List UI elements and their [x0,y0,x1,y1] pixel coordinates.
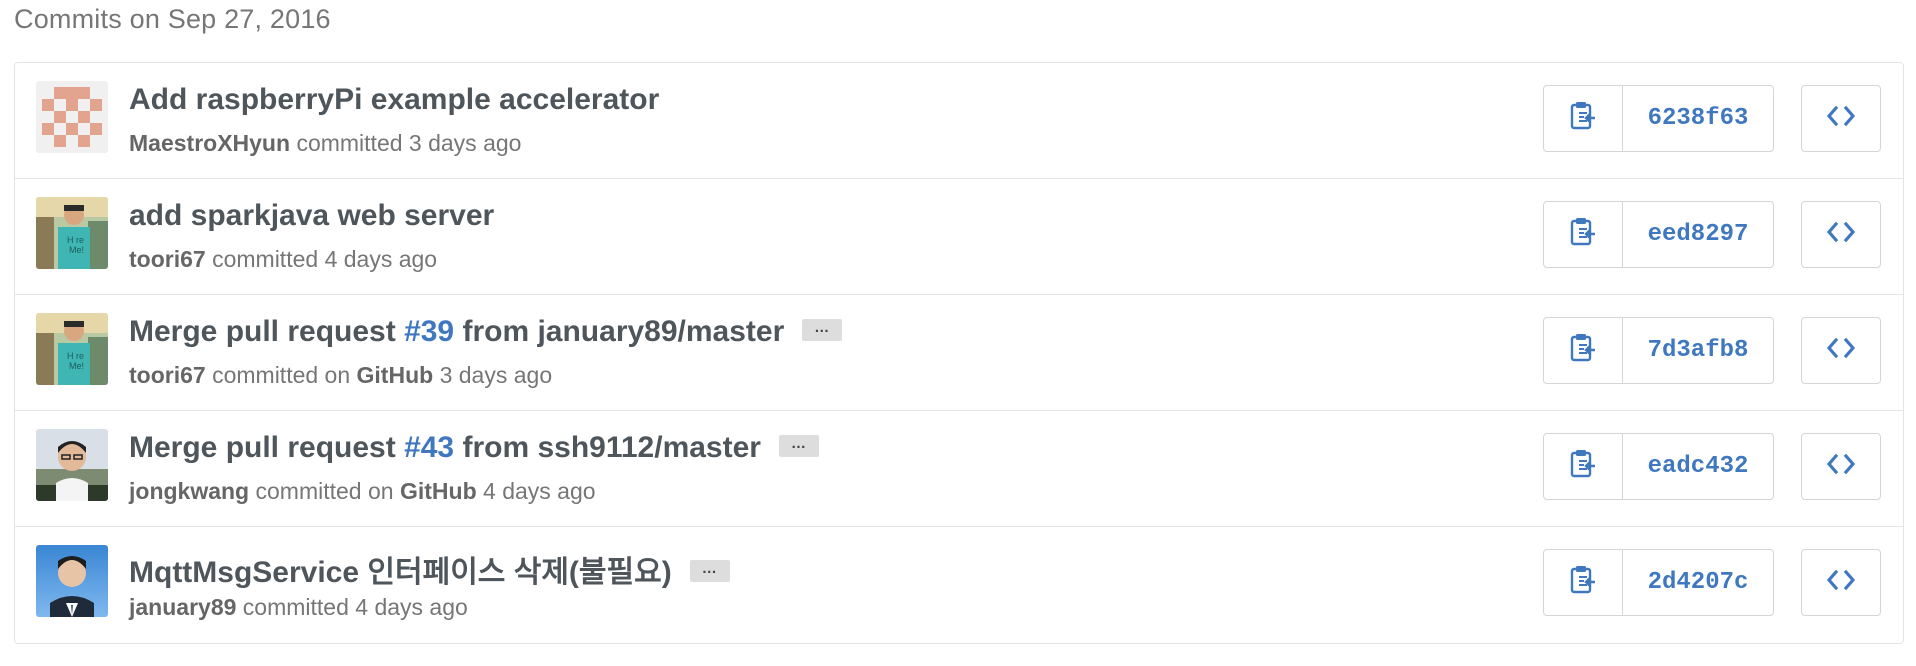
sha-button-group: eadc432 [1543,433,1774,500]
avatar[interactable] [36,429,108,501]
browse-code-button[interactable] [1801,201,1881,268]
commit-author[interactable]: january89 [129,594,236,620]
clipboard-icon [1570,333,1596,368]
commit-meta: toori67 committed on GitHub 3 days ago [129,362,552,389]
commit-sha-link[interactable]: 2d4207c [1623,550,1773,615]
sha-button-group: 6238f63 [1543,85,1774,152]
commit-author[interactable]: toori67 [129,246,206,272]
expand-message-button[interactable]: … [778,435,819,458]
commit-row: H re Me! Merge pull request #39 from jan… [15,295,1903,411]
browse-code-button[interactable] [1801,433,1881,500]
browse-code-button[interactable] [1801,85,1881,152]
avatar[interactable] [36,545,108,617]
commit-time: 4 days ago [324,246,438,272]
clipboard-icon [1570,449,1596,484]
code-icon [1826,569,1856,596]
commit-sha-link[interactable]: eed8297 [1623,202,1773,267]
commit-row: H re Me! add sparkjava web server toori6… [15,179,1903,295]
commit-row: MqttMsgService 인터페이스 삭제(불필요)… january89 … [15,527,1903,643]
committer-github: GitHub [356,362,434,388]
commit-meta: toori67 committed 4 days ago [129,246,437,273]
svg-text:H re: H re [67,351,84,361]
commit-time: 3 days ago [439,362,553,388]
commit-sha-link[interactable]: 6238f63 [1623,86,1773,151]
commits-page: Commits on Sep 27, 2016 Add raspberryPi … [0,0,1916,666]
sha-button-group: eed8297 [1543,201,1774,268]
commit-row: Add raspberryPi example accelerator Maes… [15,63,1903,179]
issue-link[interactable]: #43 [404,431,454,464]
code-icon [1826,221,1856,248]
committed-label: committed [296,130,403,156]
commit-time: 4 days ago [483,478,596,504]
committed-label: committed [212,246,319,272]
avatar[interactable]: H re Me! [36,197,108,269]
clipboard-icon [1570,101,1596,136]
commit-row: Merge pull request #43 from ssh9112/mast… [15,411,1903,527]
committer-github: GitHub [399,478,477,504]
commit-message[interactable]: Add raspberryPi example accelerator [129,83,659,117]
browse-code-button[interactable] [1801,549,1881,616]
commit-meta: jongkwang committed on GitHub 4 days ago [129,478,596,505]
commits-day-title: Commits on Sep 27, 2016 [14,4,331,34]
copy-sha-button[interactable] [1544,86,1623,151]
commit-message[interactable]: Merge pull request #43 from ssh9112/mast… [129,431,819,465]
commit-message[interactable]: Merge pull request #39 from january89/ma… [129,315,843,349]
svg-text:H re: H re [67,235,84,245]
avatar[interactable] [36,81,108,153]
code-icon [1826,337,1856,364]
commit-author[interactable]: toori67 [129,362,206,388]
code-icon [1826,453,1856,480]
commit-meta: january89 committed 4 days ago [129,594,468,621]
clipboard-icon [1570,565,1596,600]
committed-label: committed on [212,362,351,388]
copy-sha-button[interactable] [1544,318,1623,383]
commit-time: 4 days ago [355,594,468,620]
issue-link[interactable]: #39 [404,315,454,348]
avatar[interactable]: H re Me! [36,313,108,385]
sha-button-group: 7d3afb8 [1543,317,1774,384]
commit-sha-link[interactable]: eadc432 [1623,434,1773,499]
committed-label: committed [242,594,349,620]
copy-sha-button[interactable] [1544,550,1623,615]
commit-author[interactable]: jongkwang [129,478,249,504]
clipboard-icon [1570,217,1596,252]
commit-sha-link[interactable]: 7d3afb8 [1623,318,1773,383]
copy-sha-button[interactable] [1544,434,1623,499]
copy-sha-button[interactable] [1544,202,1623,267]
commit-meta: MaestroXHyun committed 3 days ago [129,130,521,157]
commit-message[interactable]: add sparkjava web server [129,199,494,233]
commit-author[interactable]: MaestroXHyun [129,130,290,156]
expand-message-button[interactable]: … [802,319,843,342]
browse-code-button[interactable] [1801,317,1881,384]
svg-text:Me!: Me! [69,245,84,255]
commit-list: Add raspberryPi example accelerator Maes… [14,62,1904,644]
sha-button-group: 2d4207c [1543,549,1774,616]
code-icon [1826,105,1856,132]
expand-message-button[interactable]: … [689,560,730,583]
commit-time: 3 days ago [408,130,522,156]
committed-label: committed on [255,478,394,504]
commit-message[interactable]: MqttMsgService 인터페이스 삭제(불필요)… [129,547,730,591]
svg-text:Me!: Me! [69,361,84,371]
